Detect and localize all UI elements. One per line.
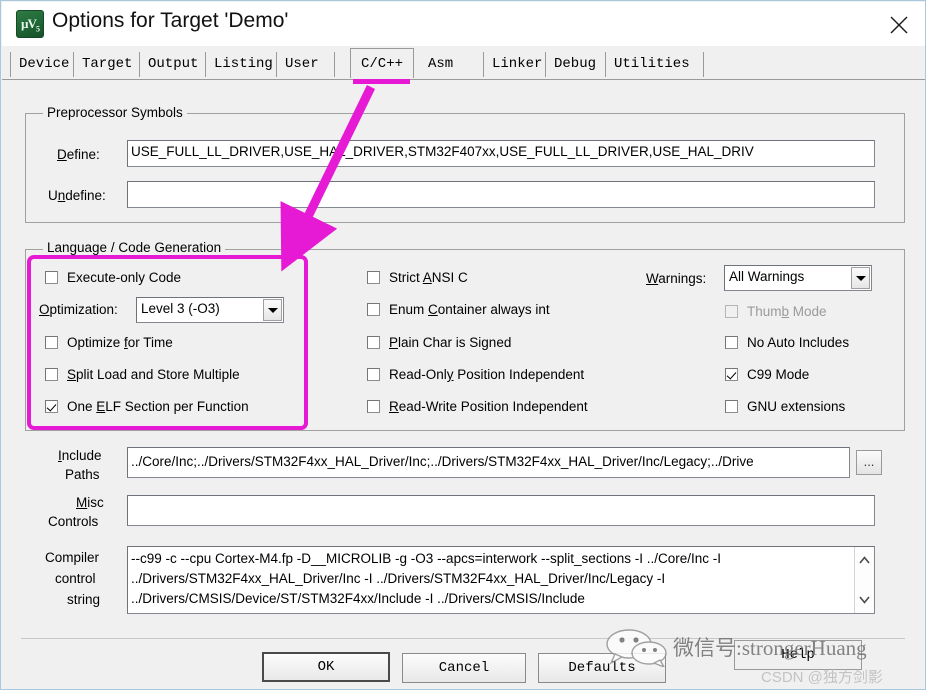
undefine-label: Undefine: [48, 188, 106, 203]
tab-asm[interactable]: Asm [420, 52, 484, 77]
include-paths-browse-button[interactable]: ... [856, 450, 882, 475]
tab-user[interactable]: User [277, 52, 335, 77]
checkbox-label: Split Load and Store Multiple [67, 367, 240, 382]
tab-utilities[interactable]: Utilities [606, 52, 704, 77]
chevron-down-icon[interactable] [851, 267, 870, 289]
misc-controls-label-line1: Misc [76, 495, 104, 510]
title-bar: µV5 Options for Target 'Demo' [2, 2, 925, 47]
tab-highlight-underline [353, 79, 410, 84]
undefine-input[interactable] [127, 181, 875, 208]
checkbox-box [725, 336, 738, 349]
include-paths-label-line2: Paths [65, 467, 100, 482]
checkbox-label: Thumb Mode [747, 304, 827, 319]
tab-listing[interactable]: Listing [206, 52, 277, 77]
checkbox-label: C99 Mode [747, 367, 810, 382]
misc-controls-input[interactable] [127, 495, 875, 526]
scroll-down-icon[interactable] [855, 589, 874, 611]
defaults-button[interactable]: Defaults [538, 653, 666, 683]
misc-controls-label-line2: Controls [48, 514, 99, 529]
include-paths-label-line1: Include [58, 448, 102, 463]
keil-uvision-icon: µV5 [16, 10, 44, 38]
checkbox-label: Execute-only Code [67, 270, 182, 285]
define-input[interactable]: USE_FULL_LL_DRIVER,USE_HAL_DRIVER,STM32F… [127, 140, 875, 167]
checkbox-label: Read-Write Position Independent [389, 399, 588, 414]
warnings-select[interactable]: All Warnings [724, 265, 872, 291]
compiler-control-scrollbar[interactable] [854, 547, 874, 613]
compiler-control-string-textarea[interactable]: --c99 -c --cpu Cortex-M4.fp -D__MICROLIB… [127, 546, 875, 614]
checkbox-label: Optimize for Time [67, 335, 173, 350]
include-paths-input[interactable]: ../Core/Inc;../Drivers/STM32F4xx_HAL_Dri… [127, 447, 850, 478]
tab-target[interactable]: Target [74, 52, 140, 77]
checkbox-box [367, 368, 380, 381]
optimization-label: Optimization: [39, 302, 118, 317]
checkbox-box [367, 400, 380, 413]
checkbox-box [367, 271, 380, 284]
ok-button[interactable]: OK [262, 652, 390, 682]
cancel-button[interactable]: Cancel [402, 653, 526, 683]
checkbox-box [45, 336, 58, 349]
compiler-control-label-line1: Compiler [45, 550, 100, 565]
checkbox-box [45, 271, 58, 284]
checkbox-label: Read-Only Position Independent [389, 367, 585, 382]
chevron-down-icon[interactable] [263, 299, 282, 321]
checkbox-box [725, 400, 738, 413]
checkbox-box [45, 400, 58, 413]
options-dialog: µV5 Options for Target 'Demo' Device Tar… [0, 0, 926, 690]
close-icon[interactable] [872, 2, 925, 45]
compiler-control-string-value: --c99 -c --cpu Cortex-M4.fp -D__MICROLIB… [131, 551, 722, 606]
bottom-divider [21, 638, 905, 639]
preprocessor-symbols-title: Preprocessor Symbols [43, 105, 187, 120]
define-label: Define: [57, 147, 100, 162]
tab-linker[interactable]: Linker [484, 52, 546, 77]
window-title: Options for Target 'Demo' [52, 9, 289, 32]
tab-debug[interactable]: Debug [546, 52, 606, 77]
compiler-control-label-line2: control [55, 571, 96, 586]
checkbox-box [367, 336, 380, 349]
optimization-select[interactable]: Level 3 (-O3) [136, 297, 284, 323]
tab-c-cpp[interactable]: C/C++ [350, 48, 414, 78]
checkbox-label: Plain Char is Signed [389, 335, 512, 350]
checkbox-label: No Auto Includes [747, 335, 850, 350]
language-code-generation-title: Language / Code Generation [43, 240, 226, 255]
checkbox-label: Enum Container always int [389, 302, 550, 317]
checkbox-label: Strict ANSI C [389, 270, 468, 285]
tab-device[interactable]: Device [10, 52, 74, 77]
tab-strip: Device Target Output Listing User C/C++ … [2, 46, 925, 80]
checkbox-box [45, 368, 58, 381]
scroll-up-icon[interactable] [855, 549, 874, 571]
help-button[interactable]: Help [734, 640, 862, 670]
tab-output[interactable]: Output [140, 52, 206, 77]
warnings-value: All Warnings [729, 269, 805, 284]
warnings-label: Warnings: [646, 271, 707, 286]
checkbox-label: One ELF Section per Function [67, 399, 249, 414]
tab-strip-divider [2, 79, 925, 80]
compiler-control-label-line3: string [67, 592, 101, 607]
checkbox-box [725, 368, 738, 381]
checkbox-box [367, 303, 380, 316]
optimization-value: Level 3 (-O3) [141, 301, 220, 316]
checkbox-box [725, 305, 738, 318]
checkbox-label: GNU extensions [747, 399, 846, 414]
